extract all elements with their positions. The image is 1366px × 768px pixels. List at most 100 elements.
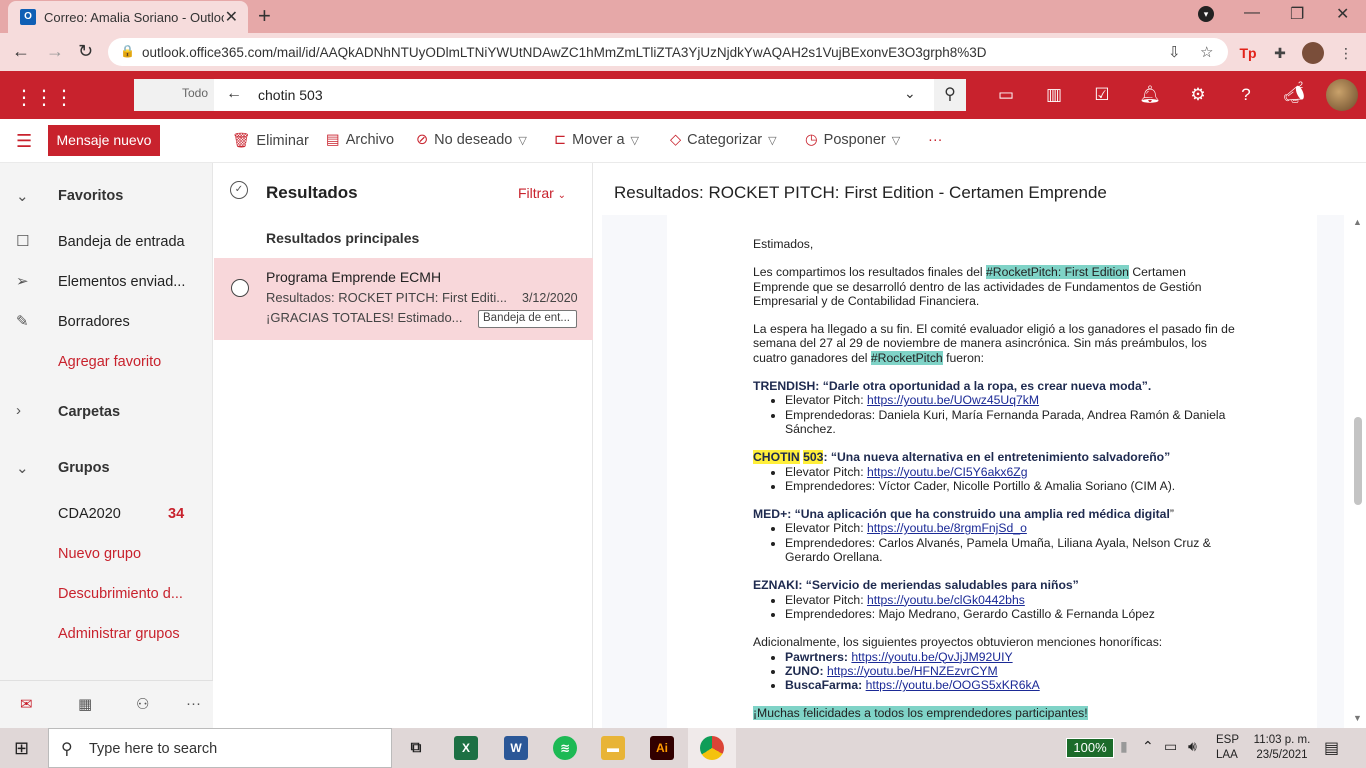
restore-icon[interactable]: ❐ (1290, 4, 1304, 24)
install-icon[interactable]: ⇩ (1168, 43, 1181, 61)
groups-header[interactable]: Grupos (58, 460, 110, 476)
select-message-radio[interactable] (231, 279, 249, 297)
browser-menu-icon[interactable]: ⋮ (1336, 43, 1356, 63)
new-message-button[interactable]: Mensaje nuevo (48, 125, 160, 156)
filter-button[interactable]: Filtrar ⌄ (518, 185, 566, 201)
honorable-2-link[interactable]: https://youtu.be/HFNZEzvrCYM (827, 664, 998, 678)
scroll-down-icon[interactable]: ▼ (1353, 713, 1362, 723)
app-launcher-icon[interactable]: ⋮⋮⋮ (14, 85, 74, 110)
teams-chat-icon[interactable]: ▭ (994, 83, 1018, 107)
excel-icon[interactable]: X (454, 736, 478, 760)
chevron-up-icon[interactable]: ⌃ (1142, 738, 1154, 755)
junk-button[interactable]: ⊘ No deseado ▽ (416, 132, 527, 148)
task-view-icon[interactable]: ⧉ (404, 736, 428, 760)
reload-icon[interactable]: ↻ (78, 41, 93, 62)
folder-badge[interactable]: Bandeja de ent... (478, 310, 577, 328)
more-apps-icon[interactable]: ··· (186, 695, 201, 712)
archive-button[interactable]: ▤ Archivo (326, 132, 394, 148)
select-all-checkbox[interactable]: ✓ (230, 181, 248, 199)
winner-2-pitch-link[interactable]: https://youtu.be/CI5Y6akx6Zg (867, 465, 1028, 479)
office-app-icon[interactable]: ▥ (1042, 83, 1066, 107)
windows-start-icon[interactable]: ⊞ (14, 738, 29, 759)
pencil-icon: ✎ (16, 313, 29, 330)
word-icon[interactable]: W (504, 736, 528, 760)
spotify-icon[interactable]: ≋ (553, 736, 577, 760)
bell-icon[interactable]: 🔔︎ (1138, 83, 1162, 107)
language-indicator[interactable]: ESP LAA (1216, 733, 1239, 763)
snooze-button[interactable]: ◷ Posponer ▽ (805, 132, 900, 148)
zoom-indicator[interactable]: 100% (1066, 738, 1114, 758)
sidebar-item-drafts[interactable]: Borradores (58, 314, 130, 330)
people-icon[interactable]: ⚇ (136, 695, 149, 713)
notifications-icon[interactable]: ▤ (1324, 738, 1339, 758)
manage-groups-link[interactable]: Administrar grupos (58, 626, 180, 642)
scroll-up-icon[interactable]: ▲ (1353, 217, 1362, 227)
sidebar-item-inbox[interactable]: Bandeja de entrada (58, 234, 185, 250)
help-icon[interactable]: ? (1234, 83, 1258, 107)
taskbar-search[interactable]: ⚲ Type here to search (48, 728, 392, 768)
add-favorite-link[interactable]: Agregar favorito (58, 354, 161, 370)
winner-4-pitch-link[interactable]: https://youtu.be/clGk0442bhs (867, 593, 1025, 607)
whats-new-count: 2 (1298, 80, 1304, 90)
reading-scrollbar[interactable]: ▲ ▼ (1352, 215, 1364, 725)
chevron-right-icon[interactable]: › (16, 402, 21, 419)
avatar[interactable] (1326, 79, 1358, 111)
scrollbar-thumb[interactable] (1354, 417, 1362, 505)
bookmark-star-icon[interactable]: ☆ (1200, 43, 1213, 61)
mail-icon[interactable]: ✉ (20, 695, 33, 713)
winner-3-title: MED+: “Una aplicación que ha construido … (753, 507, 1170, 522)
list-item[interactable]: Programa Emprende ECMH Resultados: ROCKE… (214, 258, 593, 340)
browser-tab[interactable]: O Correo: Amalia Soriano - Outlook ✕ (8, 1, 248, 33)
winner-3-pitch-link[interactable]: https://youtu.be/8rgmFnjSd_o (867, 521, 1027, 535)
extension-tp-icon[interactable]: Tp (1238, 43, 1258, 63)
winner-2: CHOTIN 503: “Una nueva alternativa en el… (753, 450, 1243, 465)
browser-profile-avatar[interactable] (1302, 42, 1324, 64)
close-window-icon[interactable]: ✕ (1336, 4, 1349, 24)
winner-1-pitch-link[interactable]: https://youtu.be/UOwz45Uq7kM (867, 393, 1039, 407)
categorize-button[interactable]: ◇ Categorizar ▽ (670, 132, 777, 148)
pitch-label: Elevator Pitch: (785, 393, 867, 408)
gear-icon[interactable]: ⚙ (1186, 83, 1210, 107)
sidebar-item-cda2020[interactable]: CDA2020 (58, 506, 121, 522)
close-tab-icon[interactable]: ✕ (225, 7, 238, 27)
chrome-icon[interactable] (700, 736, 724, 760)
hamburger-menu-icon[interactable]: ☰ (16, 131, 32, 152)
volume-icon[interactable]: 🔊︎ (1188, 738, 1197, 755)
folders-header[interactable]: Carpetas (58, 404, 120, 420)
network-icon[interactable]: ▭ (1164, 738, 1177, 755)
search-back-icon[interactable]: ← (226, 85, 242, 103)
chevron-down-icon[interactable]: ⌄ (16, 187, 29, 205)
pitch-label: Elevator Pitch: (785, 521, 867, 536)
new-group-link[interactable]: Nuevo grupo (58, 546, 141, 562)
profile-dropdown-icon[interactable]: ▾ (1198, 6, 1214, 22)
todo-icon[interactable]: ☑ (1090, 83, 1114, 107)
sidebar-item-sent[interactable]: Elementos enviad... (58, 274, 185, 290)
message-date: 3/12/2020 (522, 291, 578, 305)
battery-icon[interactable]: ▮ (1120, 738, 1128, 755)
calendar-icon[interactable]: ▦ (78, 695, 92, 713)
minimize-icon[interactable]: — (1244, 4, 1260, 22)
url-bar[interactable]: 🔒 outlook.office365.com/mail/id/AAQkADNh… (108, 38, 1228, 66)
honorable-1-link[interactable]: https://youtu.be/QvJjJM92UIY (851, 650, 1012, 664)
more-actions-button[interactable]: ··· (928, 132, 943, 148)
file-explorer-icon[interactable]: ▬ (601, 736, 625, 760)
move-to-button[interactable]: ⊏ Mover a ▽ (554, 132, 639, 148)
clock[interactable]: 11:03 p. m. 23/5/2021 (1252, 733, 1312, 763)
search-options-chevron-icon[interactable]: ⌄ (904, 85, 916, 102)
search-input[interactable] (258, 85, 908, 105)
extensions-puzzle-icon[interactable]: ✚ (1270, 43, 1290, 63)
honorable-2-name: ZUNO: (785, 663, 827, 678)
forward-icon[interactable]: → (46, 41, 64, 62)
chevron-down-icon[interactable]: ⌄ (16, 459, 29, 477)
illustrator-icon[interactable]: Ai (650, 736, 674, 760)
delete-button[interactable]: 🗑︎ Eliminar (232, 132, 309, 149)
back-icon[interactable]: ← (12, 41, 30, 62)
new-tab-icon[interactable]: + (258, 3, 271, 29)
url-text[interactable]: outlook.office365.com/mail/id/AAQkADNhNT… (142, 45, 1082, 60)
discover-groups-link[interactable]: Descubrimiento d... (58, 586, 183, 602)
favorites-header[interactable]: Favoritos (58, 188, 123, 204)
clock-date: 23/5/2021 (1256, 749, 1308, 761)
honorable-3-link[interactable]: https://youtu.be/OOGS5xKR6kA (866, 678, 1040, 692)
search-icon[interactable]: ⚲ (934, 79, 966, 111)
search-scope-dropdown[interactable]: Todo (134, 79, 214, 111)
